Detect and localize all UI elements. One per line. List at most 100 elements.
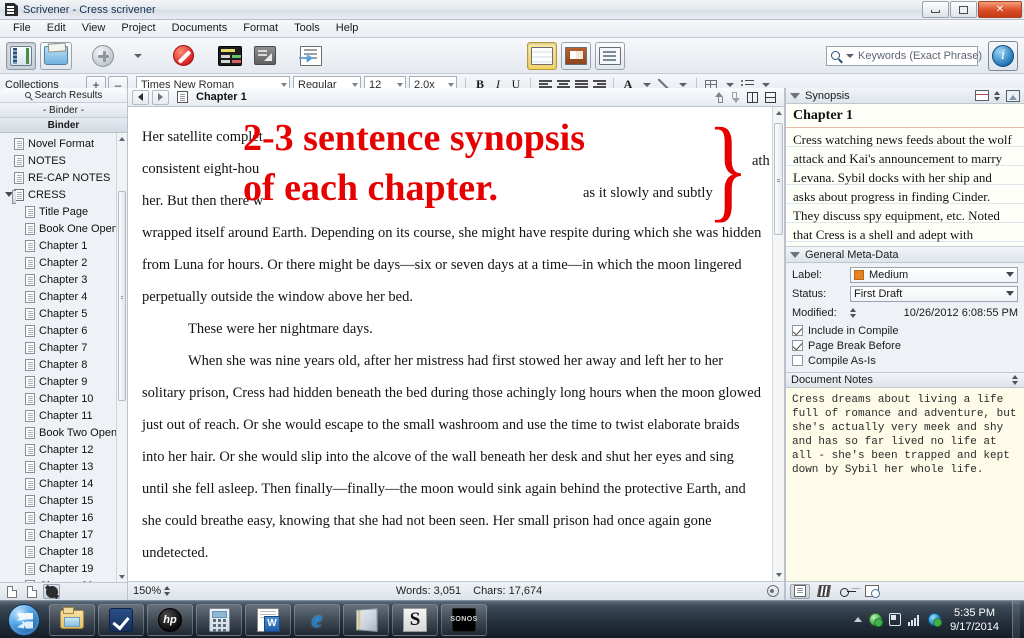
binder-item-chapter-4[interactable]: Chapter 4: [0, 288, 127, 305]
view-corkboard-button[interactable]: [561, 41, 591, 70]
include-in-compile-checkbox[interactable]: [792, 325, 803, 336]
menu-tools[interactable]: Tools: [287, 20, 327, 37]
minimize-button[interactable]: [922, 1, 949, 18]
binder-item-chapter-17[interactable]: Chapter 17: [0, 526, 127, 543]
start-button[interactable]: [2, 603, 46, 637]
scroll-up-button[interactable]: [117, 133, 127, 144]
chevron-down-icon[interactable]: [790, 92, 800, 99]
binder-item-chapter-15[interactable]: Chapter 15: [0, 492, 127, 509]
keywords-tab-button[interactable]: [838, 584, 858, 599]
search-input[interactable]: Keywords (Exact Phrase): [858, 50, 982, 62]
binder-item-chapter-6[interactable]: Chapter 6: [0, 322, 127, 339]
binder-item-chapter-5[interactable]: Chapter 5: [0, 305, 127, 322]
manuscript-text[interactable]: Her satellite complet consistent eight-h…: [128, 107, 784, 569]
binder-item-chapter-9[interactable]: Chapter 9: [0, 373, 127, 390]
tab-search-results[interactable]: Search Results: [0, 88, 127, 103]
action-center-icon[interactable]: [889, 613, 902, 626]
nav-forward-button[interactable]: [152, 89, 169, 105]
taskbar-item-calculator[interactable]: [196, 603, 242, 636]
new-folder-button[interactable]: [23, 584, 40, 599]
menu-help[interactable]: Help: [329, 20, 366, 37]
compile-as-is-row[interactable]: Compile As-Is: [792, 353, 1018, 368]
synopsis-card[interactable]: Chapter 1 Cress watching news feeds abou…: [786, 104, 1024, 247]
menu-file[interactable]: File: [6, 20, 38, 37]
split-horizontal-icon[interactable]: [765, 91, 776, 103]
binder-item-book-one-opener[interactable]: Book One Opener: [0, 220, 127, 237]
page-break-before-row[interactable]: Page Break Before: [792, 338, 1018, 353]
menu-documents[interactable]: Documents: [165, 20, 235, 37]
binder-item-novel-format[interactable]: Novel Format: [0, 135, 127, 152]
binder-item-chapter-20[interactable]: Chapter 20: [0, 577, 127, 582]
binder-item-chapter-11[interactable]: Chapter 11: [0, 407, 127, 424]
taskbar-item-sonos[interactable]: SONOS: [441, 603, 487, 636]
synopsis-stepper-icon[interactable]: [994, 90, 1001, 102]
full-screen-button[interactable]: [250, 42, 280, 70]
signal-bars-icon[interactable]: [908, 614, 921, 626]
split-vertical-icon[interactable]: [747, 91, 758, 103]
scroll-up-button[interactable]: [773, 107, 784, 119]
target-icon[interactable]: [766, 585, 779, 597]
status-select[interactable]: First Draft: [850, 285, 1018, 302]
binder-item-chapter-18[interactable]: Chapter 18: [0, 543, 127, 560]
taskbar-item-explorer[interactable]: [49, 603, 95, 636]
taskbar-item-notepad[interactable]: [343, 603, 389, 636]
zoom-stepper-icon[interactable]: [164, 585, 171, 597]
scroll-down-button[interactable]: [773, 569, 784, 581]
include-in-compile-row[interactable]: Include in Compile: [792, 323, 1018, 338]
binder-item-notes[interactable]: NOTES: [0, 152, 127, 169]
clock[interactable]: 5:35 PM 9/17/2014: [948, 606, 1005, 634]
editor-text-area[interactable]: Her satellite complet consistent eight-h…: [128, 107, 784, 581]
synopsis-header[interactable]: Synopsis: [786, 88, 1024, 104]
synopsis-title[interactable]: Chapter 1: [786, 104, 1024, 128]
view-scrivenings-button[interactable]: [527, 41, 557, 70]
move-up-icon[interactable]: [715, 91, 724, 103]
index-card-icon[interactable]: [975, 90, 989, 101]
keyword-search-box[interactable]: Keywords (Exact Phrase): [826, 45, 982, 66]
scrollbar-thumb[interactable]: [774, 123, 783, 235]
composition-mode-button[interactable]: [214, 42, 246, 70]
move-down-icon[interactable]: [731, 92, 740, 103]
editor-scrollbar[interactable]: [772, 107, 784, 581]
search-options-chevron-icon[interactable]: [846, 53, 854, 58]
taskbar-item-check[interactable]: [98, 603, 144, 636]
menu-view[interactable]: View: [75, 20, 113, 37]
binder-item-chapter-19[interactable]: Chapter 19: [0, 560, 127, 577]
binder-item-chapter-16[interactable]: Chapter 16: [0, 509, 127, 526]
nav-back-button[interactable]: [132, 89, 149, 105]
image-synopsis-icon[interactable]: [1006, 89, 1020, 102]
notes-tab-button[interactable]: [790, 583, 810, 599]
collections-toggle-button[interactable]: [40, 41, 72, 70]
taskbar-item-internet-explorer[interactable]: e: [294, 603, 340, 636]
binder-item-chapter-13[interactable]: Chapter 13: [0, 458, 127, 475]
document-notes-text[interactable]: Cress dreams about living a life full of…: [786, 388, 1024, 581]
binder-item-chapter-8[interactable]: Chapter 8: [0, 356, 127, 373]
add-dropdown-button[interactable]: [122, 42, 152, 70]
compile-button[interactable]: [296, 42, 326, 70]
view-outliner-button[interactable]: [595, 41, 625, 70]
binder-item-chapter-14[interactable]: Chapter 14: [0, 475, 127, 492]
synopsis-tab-button[interactable]: [814, 584, 834, 599]
binder-item-title-page[interactable]: Title Page: [0, 203, 127, 220]
taskbar-item-word[interactable]: [245, 603, 291, 636]
binder-item-chapter-3[interactable]: Chapter 3: [0, 271, 127, 288]
globe-icon[interactable]: [928, 613, 943, 627]
binder-item-chapter-7[interactable]: Chapter 7: [0, 339, 127, 356]
binder-item-chapter-10[interactable]: Chapter 10: [0, 390, 127, 407]
date-stepper-icon[interactable]: [850, 307, 857, 319]
zoom-control[interactable]: 150%: [133, 585, 171, 597]
taskbar-item-scrivener[interactable]: S: [392, 603, 438, 636]
new-document-button[interactable]: [3, 584, 20, 599]
scrollbar-thumb[interactable]: [118, 191, 126, 401]
scroll-down-button[interactable]: [117, 571, 127, 582]
no-style-button[interactable]: [168, 42, 198, 70]
notes-stepper-icon[interactable]: [1012, 374, 1019, 386]
menu-edit[interactable]: Edit: [40, 20, 73, 37]
binder-item-book-two-opener[interactable]: Book Two Opener: [0, 424, 127, 441]
meta-data-header[interactable]: General Meta-Data: [786, 247, 1024, 263]
chevron-down-icon[interactable]: [790, 251, 800, 258]
references-tab-button[interactable]: [862, 584, 882, 599]
binder-item-chapter-2[interactable]: Chapter 2: [0, 254, 127, 271]
taskbar-item-hp[interactable]: hp: [147, 603, 193, 636]
inspector-toggle-button[interactable]: i: [988, 40, 1018, 71]
maximize-button[interactable]: [950, 1, 977, 18]
